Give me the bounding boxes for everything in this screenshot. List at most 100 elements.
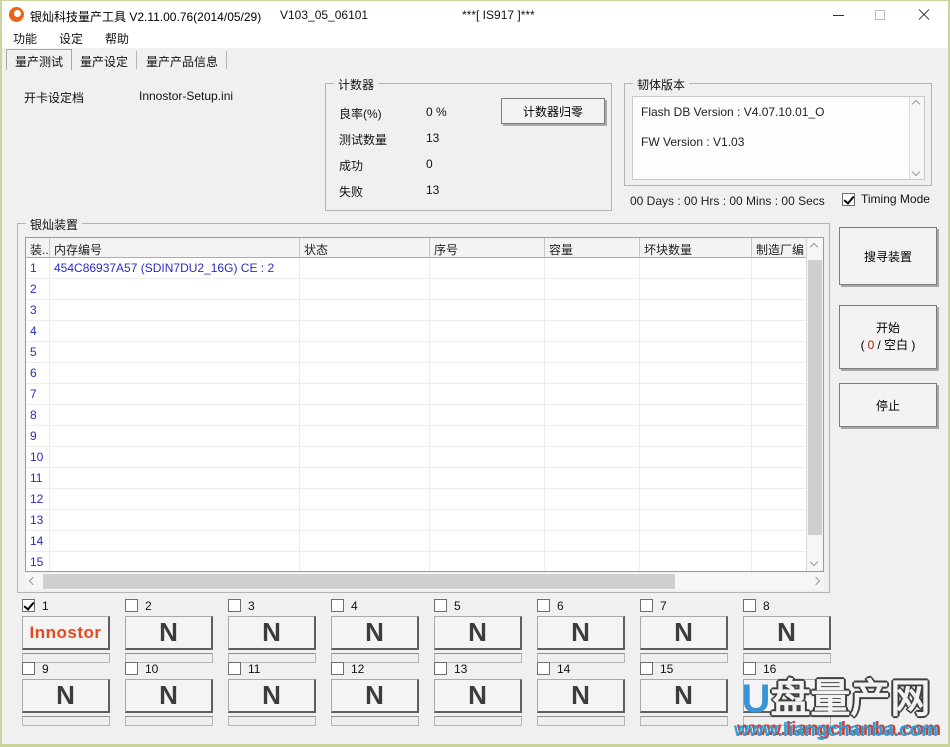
success-label: 成功: [339, 157, 363, 174]
table-row[interactable]: 3: [26, 300, 806, 321]
slot-button[interactable]: N: [331, 616, 419, 650]
slot-checkbox[interactable]: [125, 662, 138, 675]
row-cell: [545, 321, 640, 341]
row-cell: [545, 531, 640, 551]
table-row[interactable]: 7: [26, 384, 806, 405]
table-row[interactable]: 8: [26, 405, 806, 426]
slot-button[interactable]: N: [743, 616, 831, 650]
table-row[interactable]: 12: [26, 489, 806, 510]
slot-button[interactable]: N: [125, 679, 213, 713]
slot-checkbox[interactable]: [434, 599, 447, 612]
row-cell: [640, 426, 752, 446]
slot-checkbox[interactable]: [331, 662, 344, 675]
slot-checkbox[interactable]: [537, 662, 550, 675]
slot-checkbox[interactable]: [228, 599, 241, 612]
slot-button[interactable]: N: [537, 679, 625, 713]
start-rest: / 空白 ): [877, 338, 915, 352]
vertical-scrollbar[interactable]: [806, 238, 823, 571]
firmware-scrollbar[interactable]: [909, 97, 924, 179]
device-slot: 15N: [640, 661, 743, 724]
slot-checkbox[interactable]: [228, 662, 241, 675]
row-cell: [752, 384, 806, 404]
vertical-scrollbar-thumb[interactable]: [808, 260, 822, 535]
column-header[interactable]: 容量: [545, 238, 640, 257]
menu-function[interactable]: 功能: [2, 30, 48, 47]
table-row[interactable]: 6: [26, 363, 806, 384]
counter-reset-button[interactable]: 计数器归零: [501, 98, 605, 124]
row-cell: [640, 300, 752, 320]
row-cell: [640, 363, 752, 383]
start-button[interactable]: 开始 (0/ 空白 ): [839, 305, 937, 369]
slot-button[interactable]: N: [331, 679, 419, 713]
timing-mode-checkbox[interactable]: [842, 193, 855, 206]
slot-button[interactable]: N: [640, 616, 728, 650]
table-row[interactable]: 13: [26, 510, 806, 531]
slot-checkbox[interactable]: [22, 662, 35, 675]
slot-number: 12: [351, 662, 364, 676]
horizontal-scrollbar[interactable]: [25, 573, 824, 590]
maximize-button[interactable]: [860, 1, 900, 29]
column-header[interactable]: 坏块数量: [640, 238, 752, 257]
slot-number: 10: [145, 662, 158, 676]
firmware-listbox: Flash DB Version : V4.07.10.01_O FW Vers…: [632, 96, 925, 180]
close-button[interactable]: [904, 1, 944, 29]
menu-help[interactable]: 帮助: [94, 30, 140, 47]
slot-number: 14: [557, 662, 570, 676]
slot-button[interactable]: N: [537, 616, 625, 650]
slot-button[interactable]: N: [434, 616, 522, 650]
device-slot: 16N: [743, 661, 846, 724]
table-row[interactable]: 1454C86937A57 (SDIN7DU2_16G) CE : 2: [26, 258, 806, 279]
slot-button[interactable]: N: [640, 679, 728, 713]
table-row[interactable]: 11: [26, 468, 806, 489]
column-header[interactable]: 序号: [430, 238, 545, 257]
row-cell: [300, 426, 430, 446]
horizontal-scrollbar-thumb[interactable]: [43, 574, 675, 589]
stop-button[interactable]: 停止: [839, 383, 937, 427]
table-row[interactable]: 10: [26, 447, 806, 468]
table-row[interactable]: 2: [26, 279, 806, 300]
slot-checkbox[interactable]: [434, 662, 447, 675]
table-row[interactable]: 4: [26, 321, 806, 342]
slot-checkbox[interactable]: [743, 599, 756, 612]
device-slot: 7N: [640, 598, 743, 661]
minimize-button[interactable]: [818, 1, 858, 29]
slot-button[interactable]: Innostor: [22, 616, 110, 650]
device-group: 银灿装置 装...内存编号状态序号容量坏块数量制造厂编 1454C86937A5…: [17, 223, 830, 593]
slot-progress-bar: [434, 716, 522, 726]
slot-checkbox[interactable]: [640, 599, 653, 612]
column-header[interactable]: 内存编号: [50, 238, 300, 257]
slot-checkbox[interactable]: [22, 599, 35, 612]
slot-button[interactable]: N: [228, 616, 316, 650]
row-cell: [640, 405, 752, 425]
table-row[interactable]: 9: [26, 426, 806, 447]
device-slot: 1Innostor: [22, 598, 125, 661]
fail-label: 失败: [339, 183, 363, 200]
close-icon: [918, 9, 930, 21]
column-header[interactable]: 装...: [26, 238, 50, 257]
slot-header: 9: [22, 661, 125, 676]
slot-checkbox[interactable]: [125, 599, 138, 612]
slot-button[interactable]: N: [228, 679, 316, 713]
column-header[interactable]: 状态: [300, 238, 430, 257]
slot-checkbox[interactable]: [331, 599, 344, 612]
table-row[interactable]: 15: [26, 552, 806, 571]
fw-version: FW Version : V1.03: [641, 135, 744, 149]
device-slot: 13N: [434, 661, 537, 724]
slot-checkbox[interactable]: [743, 662, 756, 675]
table-row[interactable]: 5: [26, 342, 806, 363]
tab-product-info[interactable]: 量产产品信息: [138, 51, 227, 69]
slot-button[interactable]: N: [125, 616, 213, 650]
column-header[interactable]: 制造厂编: [752, 238, 806, 257]
tab-production-test[interactable]: 量产测试: [6, 49, 72, 70]
slot-checkbox[interactable]: [640, 662, 653, 675]
tab-production-settings[interactable]: 量产设定: [72, 51, 137, 69]
slot-button[interactable]: N: [22, 679, 110, 713]
slot-progress-bar: [537, 716, 625, 726]
slot-button[interactable]: N: [743, 679, 831, 713]
menu-settings[interactable]: 设定: [48, 30, 94, 47]
table-row[interactable]: 14: [26, 531, 806, 552]
row-cell: [430, 300, 545, 320]
search-device-button[interactable]: 搜寻装置: [839, 227, 937, 285]
slot-button[interactable]: N: [434, 679, 522, 713]
slot-checkbox[interactable]: [537, 599, 550, 612]
